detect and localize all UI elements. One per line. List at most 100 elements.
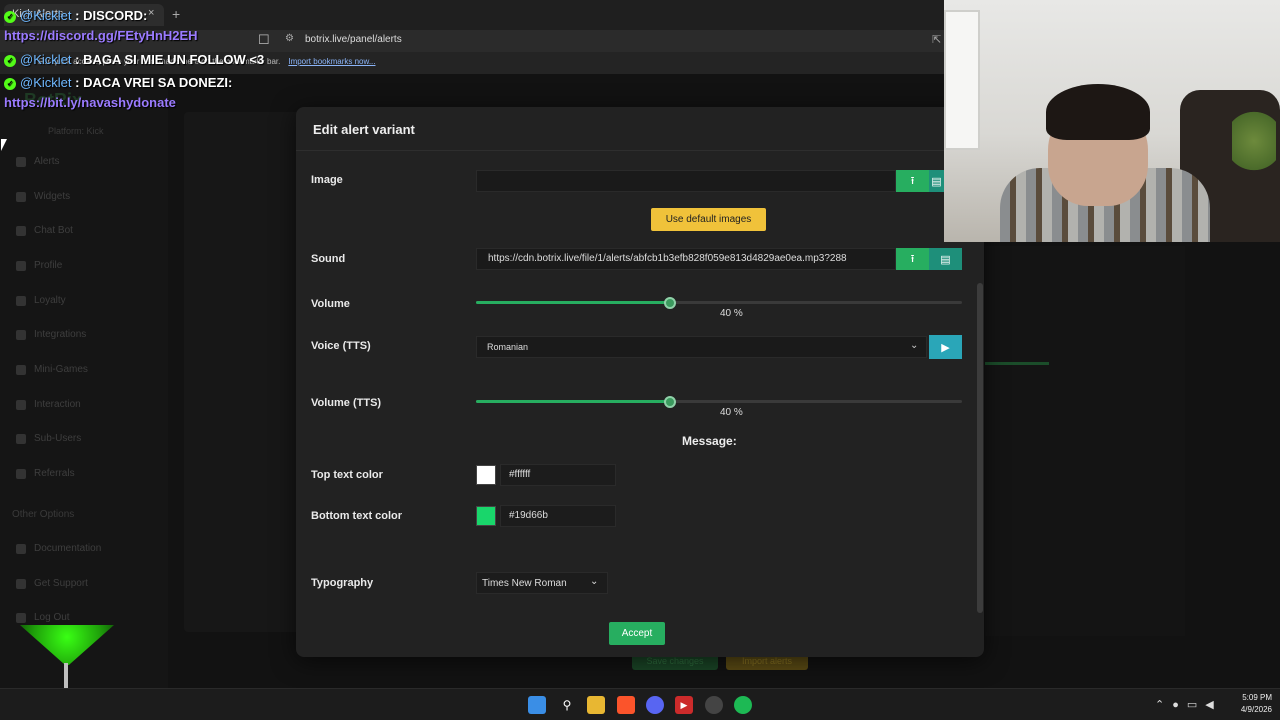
image-label: Image <box>311 174 343 186</box>
image-input[interactable] <box>476 170 896 192</box>
gallery-icon: ▤ <box>940 253 951 266</box>
sound-gallery-button[interactable]: ▤ <box>929 248 962 270</box>
voice-select[interactable]: Romanian <box>476 336 927 358</box>
volume-readout: 40 % <box>720 308 743 319</box>
top-color-swatch[interactable] <box>476 465 496 485</box>
webcam-streamer-hair <box>1046 84 1150 140</box>
sidebar-item-chat-bot[interactable]: Chat Bot <box>16 225 73 236</box>
sidebar-item-get-support[interactable]: Get Support <box>16 578 88 589</box>
chat-message: ✓ @Kicklet : DACA VREI SA DONEZI: <box>4 75 232 90</box>
bottom-color-input[interactable]: #19d66b <box>500 505 616 527</box>
trophy-icon <box>16 295 26 306</box>
chat-username: @Kicklet <box>20 75 72 90</box>
modal-title: Edit alert variant <box>313 122 415 137</box>
clock-time[interactable]: 5:09 PM <box>1236 693 1272 702</box>
sidebar-item-widgets[interactable]: Widgets <box>16 191 70 202</box>
modal-divider <box>296 150 984 151</box>
chevron-down-icon: ⌄ <box>590 576 599 587</box>
microphone-icon[interactable]: ● <box>1172 699 1187 711</box>
play-tts-button[interactable]: ▶ <box>929 335 962 359</box>
spotify-icon[interactable] <box>734 696 752 714</box>
windows-start-icon[interactable] <box>528 696 546 714</box>
support-icon <box>16 578 26 589</box>
brave-browser-icon[interactable] <box>617 696 635 714</box>
voice-tts-label: Voice (TTS) <box>311 340 371 352</box>
music-icon <box>16 399 26 410</box>
gallery-icon: ▤ <box>931 175 942 188</box>
chat-message: ✓ @Kicklet : BAGA SI MIE UN FOLLOW <3 <box>4 52 264 67</box>
sidebar-item-alerts[interactable]: Alerts <box>16 156 60 167</box>
import-bookmarks-link[interactable]: Import bookmarks now... <box>288 57 375 66</box>
image-upload-button[interactable]: ⭱ <box>896 170 929 192</box>
sidebar-item-referrals[interactable]: Referrals <box>16 468 75 479</box>
sidebar-item-mini-games[interactable]: Mini-Games <box>16 364 88 375</box>
sidebar-item-log-out[interactable]: Log Out <box>16 612 70 623</box>
modal-scrollbar[interactable] <box>977 283 983 613</box>
document-icon <box>16 543 26 554</box>
verified-icon: ✓ <box>4 11 16 23</box>
chat-link[interactable]: https://discord.gg/FEtyHnH2EH <box>4 28 198 43</box>
typography-label: Typography <box>311 577 374 589</box>
typography-select[interactable]: Times New Roman <box>476 572 608 594</box>
sidebar-item-loyalty[interactable]: Loyalty <box>16 295 66 306</box>
volume-slider-fill <box>476 301 670 304</box>
bottom-color-swatch[interactable] <box>476 506 496 526</box>
chat-link[interactable]: https://bit.ly/navashydonate <box>4 95 176 110</box>
url-text[interactable]: botrix.live/panel/alerts <box>305 34 402 45</box>
sidebar-item-interaction[interactable]: Interaction <box>16 399 81 410</box>
platform-label: Platform: Kick <box>48 126 104 136</box>
gamepad-icon <box>16 364 26 375</box>
volume-tts-label: Volume (TTS) <box>311 397 382 409</box>
chevron-up-icon[interactable]: ⌃ <box>1155 699 1172 711</box>
verified-icon: ✓ <box>4 78 16 90</box>
users-icon <box>16 433 26 444</box>
profile-icon <box>16 260 26 271</box>
sidebar-item-documentation[interactable]: Documentation <box>16 543 101 554</box>
chat-text: : DISCORD: <box>75 8 148 23</box>
sidebar-item-profile[interactable]: Profile <box>16 260 62 271</box>
tab-close-icon[interactable]: × <box>148 7 154 19</box>
file-explorer-icon[interactable] <box>587 696 605 714</box>
accept-button[interactable]: Accept <box>609 622 665 645</box>
chat-text: : DACA VREI SA DONEZI: <box>75 75 233 90</box>
search-icon[interactable]: ⚲ <box>558 696 576 714</box>
webcam-window <box>944 10 980 150</box>
chat-text: : BAGA SI MIE UN FOLLOW <3 <box>75 52 265 67</box>
bottom-text-color-label: Bottom text color <box>311 510 403 522</box>
mouse-cursor-icon <box>1 139 13 151</box>
chat-username: @Kicklet <box>20 52 72 67</box>
sidebar-item-sub-users[interactable]: Sub-Users <box>16 433 81 444</box>
verified-icon: ✓ <box>4 55 16 67</box>
logout-icon <box>16 612 26 623</box>
upload-icon: ⭱ <box>910 174 915 187</box>
site-info-icon[interactable]: ⚙ <box>285 33 294 44</box>
chat-message: ✓ @Kicklet : DISCORD: <box>4 8 147 23</box>
clock-date[interactable]: 4/9/2026 <box>1232 705 1272 714</box>
new-tab-icon[interactable]: + <box>172 6 180 22</box>
message-heading: Message: <box>682 434 737 448</box>
widgets-icon <box>16 191 26 202</box>
volume-icon[interactable]: ◀ <box>1205 699 1221 711</box>
bookmark-icon[interactable]: ☐ <box>258 32 270 48</box>
chevron-down-icon: ⌄ <box>910 340 919 351</box>
sound-upload-button[interactable]: ⭱ <box>896 248 929 270</box>
volume-label: Volume <box>311 298 350 310</box>
chat-bot-icon <box>16 225 26 236</box>
sidebar-item-integrations[interactable]: Integrations <box>16 329 86 340</box>
share-icon[interactable]: ⇱ <box>932 33 941 46</box>
top-color-input[interactable]: #ffffff <box>500 464 616 486</box>
use-default-images-button[interactable]: Use default images <box>651 208 766 231</box>
system-tray[interactable]: ⌃●▭◀ <box>1155 698 1222 711</box>
app-icon[interactable] <box>705 696 723 714</box>
other-options-heading: Other Options <box>12 509 75 520</box>
image-gallery-button[interactable]: ▤ <box>929 170 944 192</box>
volume-slider-thumb[interactable] <box>664 297 676 309</box>
network-icon[interactable]: ▭ <box>1187 699 1205 711</box>
sound-input[interactable]: https://cdn.botrix.live/file/1/alerts/ab… <box>476 248 896 270</box>
volume-tts-slider-thumb[interactable] <box>664 396 676 408</box>
top-text-color-label: Top text color <box>311 469 383 481</box>
youtube-icon[interactable]: ▶ <box>675 696 693 714</box>
referrals-icon <box>16 468 26 479</box>
volume-tts-readout: 40 % <box>720 407 743 418</box>
discord-icon[interactable] <box>646 696 664 714</box>
